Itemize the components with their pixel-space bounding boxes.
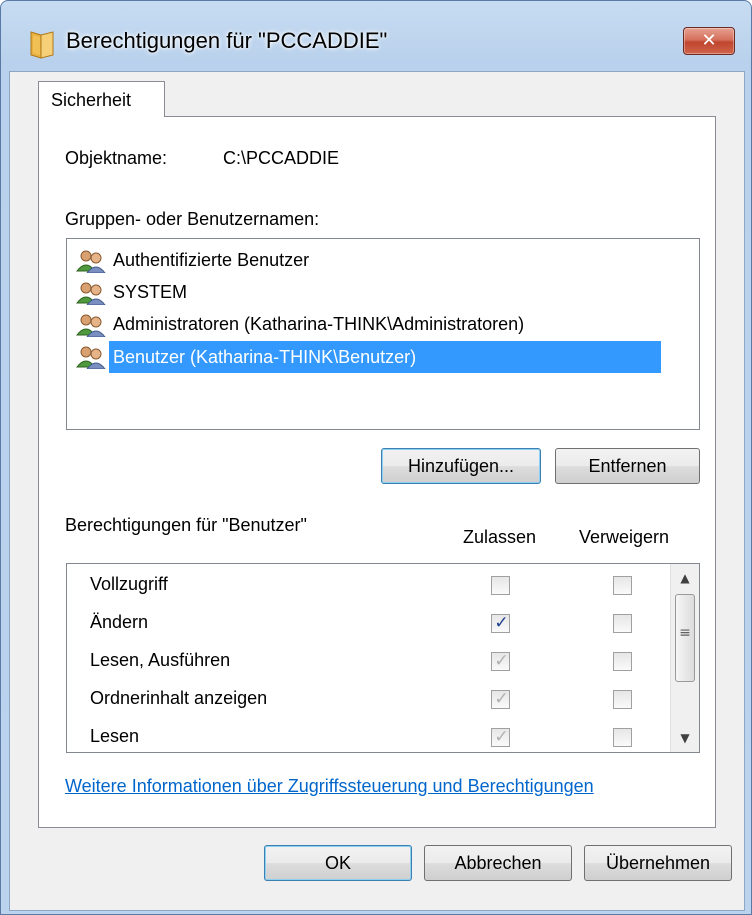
apply-button[interactable]: Übernehmen	[584, 845, 732, 881]
checkmark-icon: ✓	[494, 651, 509, 671]
users-icon	[75, 250, 106, 273]
deny-checkbox[interactable]	[613, 614, 632, 633]
group-name: Authentifizierte Benutzer	[113, 250, 310, 270]
more-info-link[interactable]: Weitere Informationen über Zugriffssteue…	[65, 776, 594, 797]
permissions-dialog: Berechtigungen für "PCCADDIE" ✕ Sicherhe…	[0, 0, 752, 915]
checkmark-icon: ✓	[494, 689, 509, 709]
users-icon	[75, 346, 106, 369]
deny-checkbox[interactable]	[613, 652, 632, 671]
object-name-label: Objektname:	[65, 148, 168, 168]
allow-checkbox[interactable]: ✓	[491, 727, 510, 747]
allow-column-header: Zulassen	[463, 527, 537, 547]
cancel-button[interactable]: Abbrechen	[424, 845, 572, 881]
grip-icon: ≡	[679, 625, 691, 641]
checkmark-icon: ✓	[494, 613, 509, 633]
close-button[interactable]: ✕	[683, 27, 735, 55]
scroll-down-arrow-icon[interactable]: ▼	[671, 724, 699, 752]
permission-name: Ändern	[90, 612, 149, 632]
permission-row: Vollzugriff	[67, 568, 667, 606]
ok-button[interactable]: OK	[264, 845, 412, 881]
checkmark-icon: ✓	[494, 727, 509, 747]
list-item[interactable]: SYSTEM	[75, 277, 695, 309]
remove-button[interactable]: Entfernen	[555, 448, 700, 484]
permission-name: Ordnerinhalt anzeigen	[90, 688, 268, 708]
permission-row: Lesen ✓	[67, 720, 667, 752]
deny-checkbox[interactable]	[613, 728, 632, 747]
folder-icon	[30, 31, 54, 59]
permission-row: Lesen, Ausführen ✓	[67, 644, 667, 682]
scroll-thumb[interactable]: ≡	[675, 594, 695, 682]
groups-label: Gruppen- oder Benutzernamen:	[65, 209, 320, 229]
add-button[interactable]: Hinzufügen...	[381, 448, 541, 484]
users-icon	[75, 314, 106, 337]
permission-name: Vollzugriff	[90, 574, 168, 594]
vertical-scrollbar[interactable]: ▲ ≡ ▼	[670, 564, 699, 752]
permissions-list[interactable]: Vollzugriff Ändern ✓ Lesen, Ausführen ✓ …	[66, 563, 700, 753]
tab-label: Sicherheit	[51, 90, 132, 110]
deny-checkbox[interactable]	[613, 576, 632, 595]
close-icon: ✕	[701, 30, 717, 51]
group-name: Benutzer (Katharina-THINK\Benutzer)	[109, 341, 661, 373]
deny-column-header: Verweigern	[579, 527, 670, 547]
group-name: SYSTEM	[113, 282, 188, 302]
scroll-up-arrow-icon[interactable]: ▲	[671, 564, 699, 592]
allow-checkbox[interactable]: ✓	[491, 651, 510, 671]
allow-checkbox[interactable]: ✓	[491, 613, 510, 633]
permissions-label: Berechtigungen für "Benutzer"	[65, 515, 307, 535]
permission-name: Lesen	[90, 726, 140, 746]
title-bar[interactable]: Berechtigungen für "PCCADDIE" ✕	[1, 1, 751, 71]
deny-checkbox[interactable]	[613, 690, 632, 709]
list-item[interactable]: Benutzer (Katharina-THINK\Benutzer)	[75, 341, 695, 373]
tab-security[interactable]: Sicherheit	[38, 81, 165, 117]
object-name-value: C:\PCCADDIE	[223, 148, 340, 168]
users-icon	[75, 282, 106, 305]
permission-row: Ändern ✓	[67, 606, 667, 644]
list-item[interactable]: Administratoren (Katharina-THINK\Adminis…	[75, 309, 695, 341]
window-title: Berechtigungen für "PCCADDIE"	[66, 28, 388, 53]
group-name: Administratoren (Katharina-THINK\Adminis…	[113, 314, 525, 334]
permission-name: Lesen, Ausführen	[90, 650, 231, 670]
allow-checkbox[interactable]: ✓	[491, 689, 510, 709]
permission-row: Ordnerinhalt anzeigen ✓	[67, 682, 667, 720]
allow-checkbox[interactable]	[491, 576, 510, 595]
groups-listbox[interactable]: Authentifizierte Benutzer SYSTEM Adminis…	[66, 238, 700, 430]
list-item[interactable]: Authentifizierte Benutzer	[75, 245, 695, 277]
